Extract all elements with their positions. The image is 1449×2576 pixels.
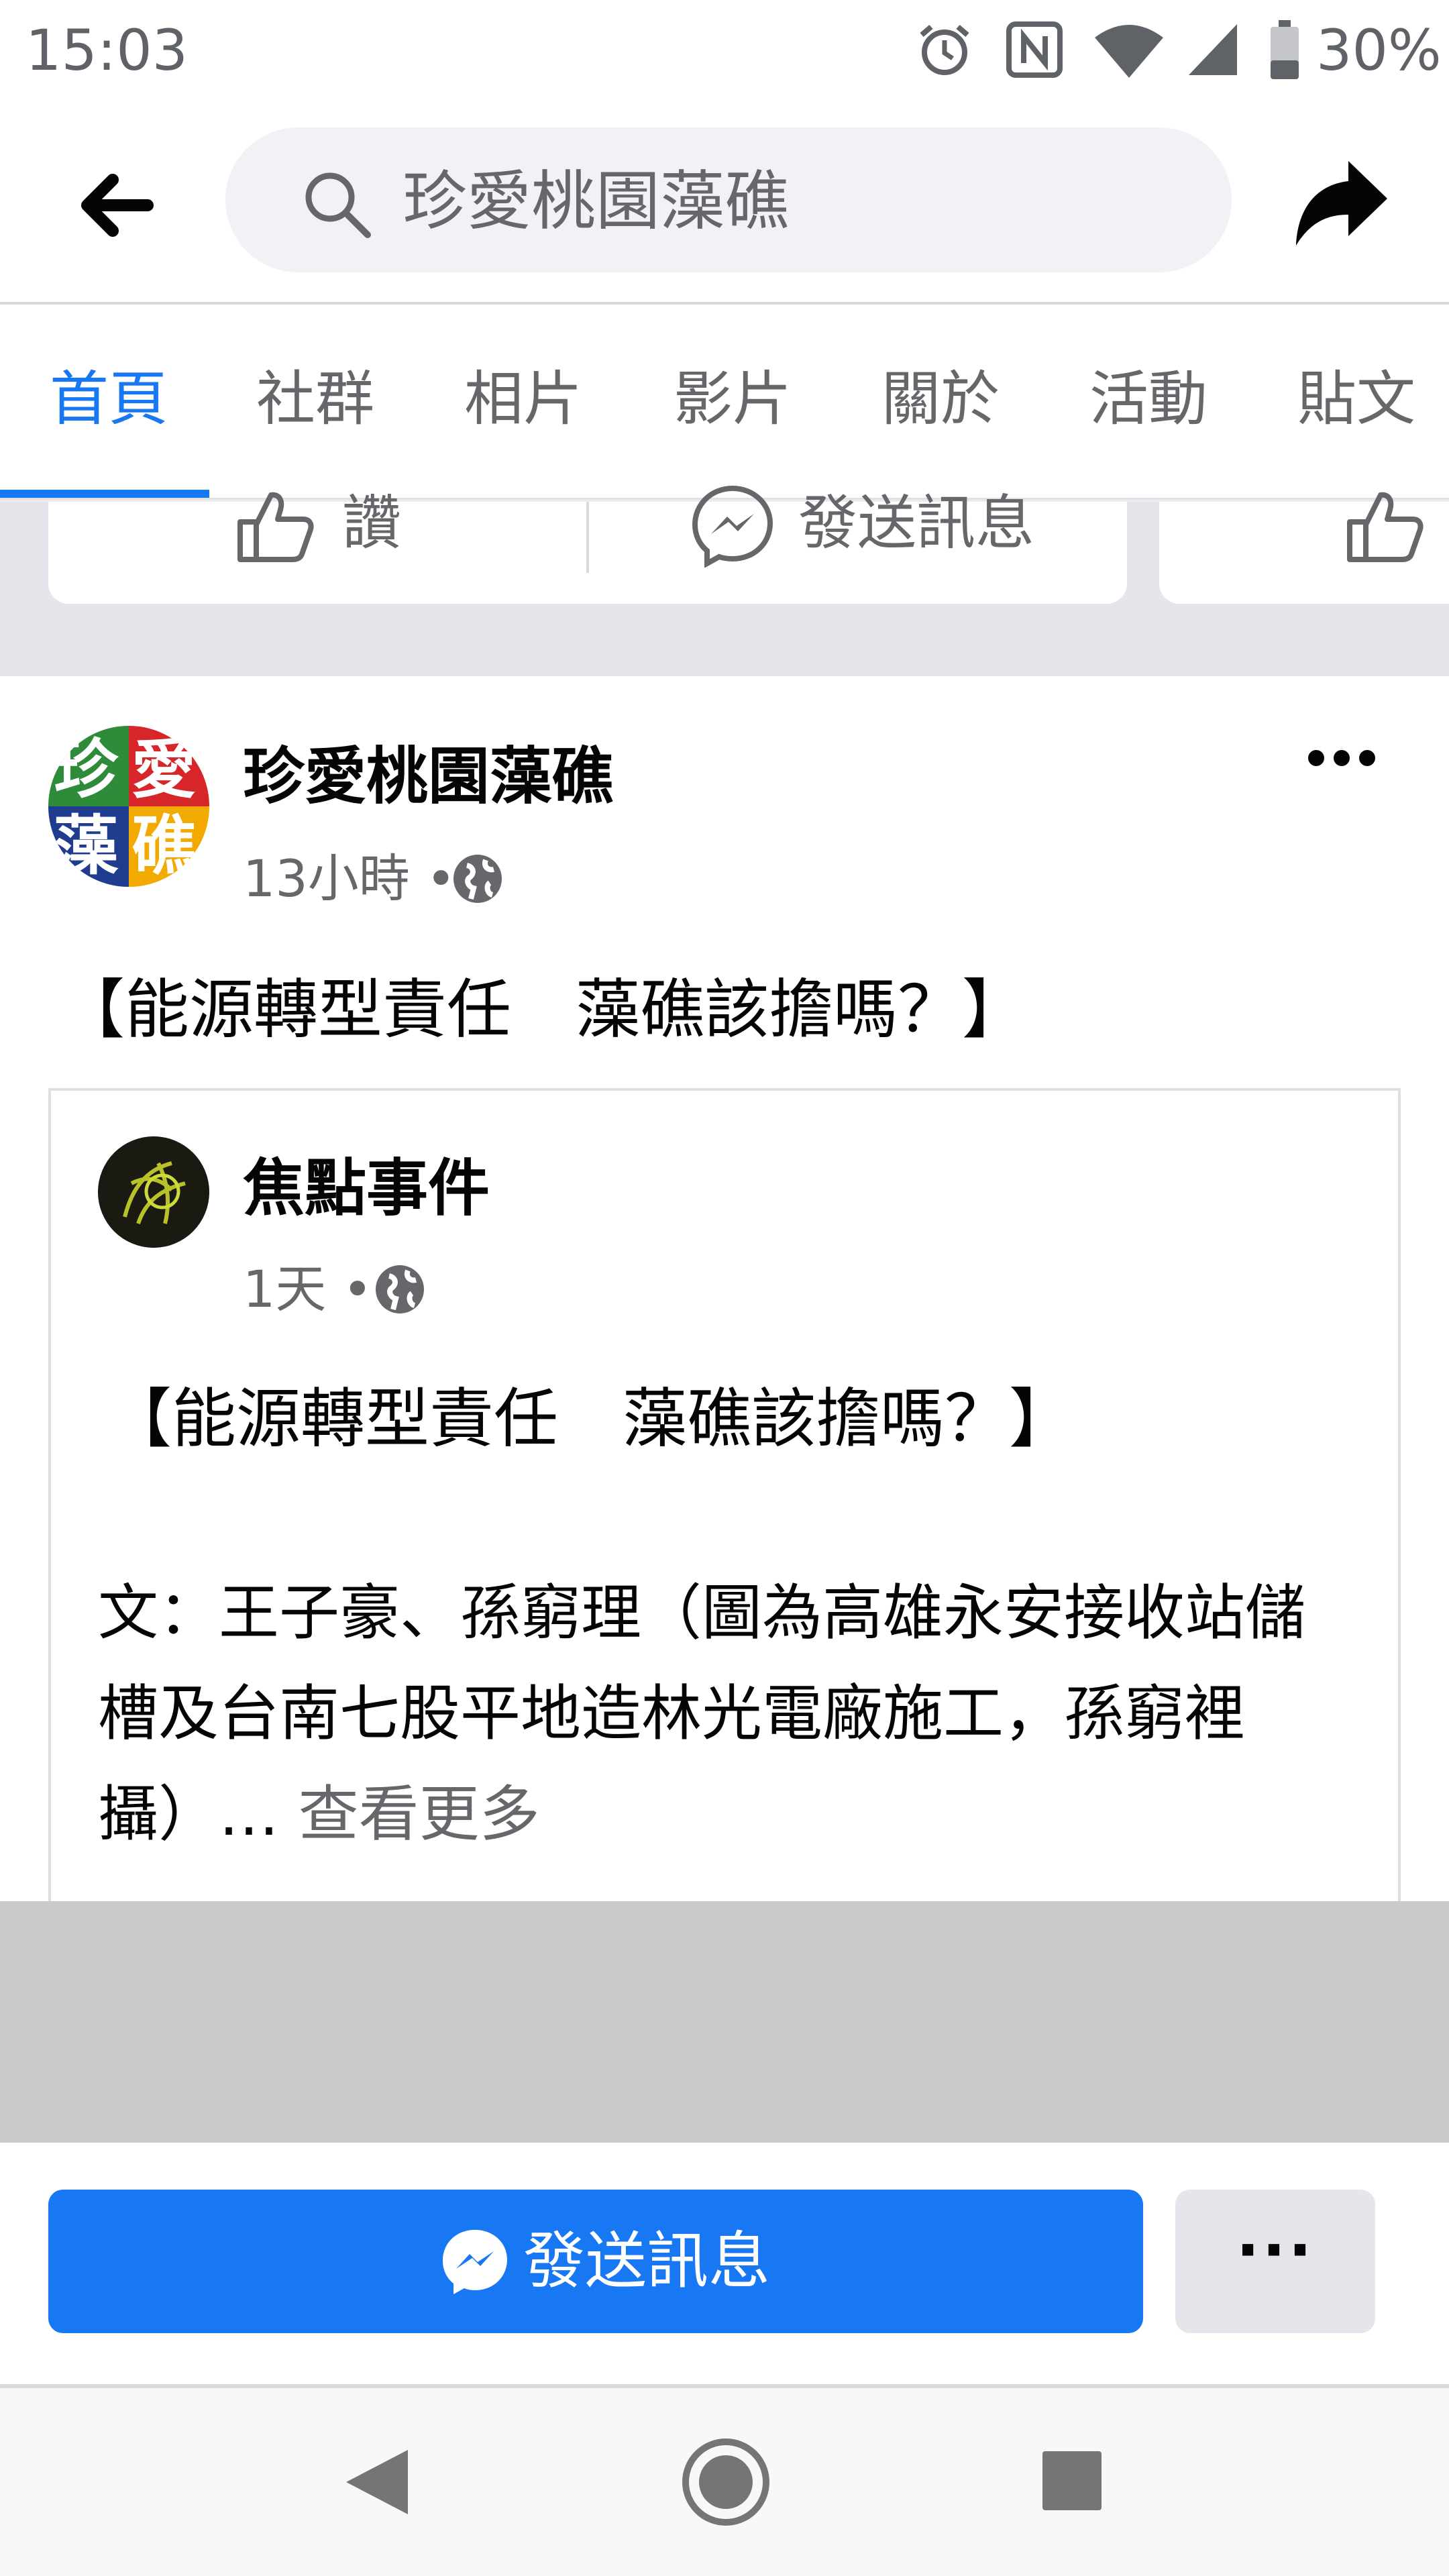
shared-body-text: 文：王子豪、孫窮理（圖為高雄永安接收站儲槽及台南七股平地造林光電廠施工，孫窮裡攝… (98, 1578, 1305, 1849)
avatar-char: 藻 (54, 808, 118, 883)
like-icon (1346, 490, 1424, 564)
alarm-icon (916, 21, 973, 78)
square-recents-icon (1042, 2451, 1102, 2510)
shared-post-body: 文：王子豪、孫窮理（圖為高雄永安接收站儲槽及台南七股平地造林光電廠施工，孫窮裡攝… (98, 1563, 1346, 1865)
see-more-link[interactable]: 查看更多 (299, 1779, 540, 1849)
share-button[interactable] (1288, 152, 1395, 259)
tab-community[interactable]: 社群 (256, 359, 374, 439)
nav-home-button[interactable] (679, 2435, 773, 2529)
active-tab-indicator (0, 490, 209, 498)
like-button[interactable] (48, 502, 586, 596)
post-time[interactable]: 13小時 (243, 849, 410, 908)
search-icon (301, 168, 374, 241)
shared-post-title: 【能源轉型責任 藻礁該擔嗎？】 (107, 1381, 1073, 1456)
shared-post-time[interactable]: 1天 (243, 1259, 326, 1319)
wifi-icon (1092, 20, 1166, 80)
tab-videos[interactable]: 影片 (674, 359, 792, 439)
share-arrow-icon (1296, 161, 1387, 246)
more-horizontal-icon (1308, 750, 1375, 766)
nav-recents-button[interactable] (1040, 2449, 1104, 2513)
more-options-label: ··· (1236, 2214, 1315, 2286)
shared-post-meta: 1天 • (243, 1249, 372, 1330)
avatar-char: 礁 (131, 808, 196, 883)
globe-icon (373, 1263, 427, 1316)
avatar-char: 愛 (131, 731, 196, 807)
message-label: 發送訊息 (798, 488, 1035, 557)
page-avatar[interactable]: 珍 愛 藻 礁 (48, 726, 209, 887)
nav-back-button[interactable] (335, 2442, 416, 2522)
battery-icon (1268, 19, 1301, 80)
avatar-char: 珍 (54, 731, 118, 807)
back-button[interactable] (67, 158, 161, 252)
tab-posts[interactable]: 貼文 (1297, 359, 1415, 439)
post-author-name[interactable]: 珍愛桃園藻礁 (243, 737, 613, 817)
nfc-icon (1005, 20, 1064, 79)
search-input[interactable]: 珍愛桃園藻礁 (402, 161, 789, 241)
meta-separator: • (342, 1259, 373, 1319)
like-label: 讚 (342, 488, 402, 557)
like-icon (236, 490, 314, 564)
send-message-label: 發送訊息 (523, 2225, 771, 2297)
tab-photos[interactable]: 相片 (464, 359, 582, 439)
triangle-back-icon (346, 2450, 408, 2514)
arrow-left-icon (81, 174, 154, 237)
ellipsis: … (219, 1779, 279, 1849)
messenger-icon (691, 484, 774, 568)
shared-page-avatar[interactable] (98, 1136, 209, 1248)
status-time: 15:03 (25, 17, 189, 83)
post-image[interactable] (0, 1901, 1449, 2143)
post-options-button[interactable] (1295, 731, 1389, 785)
post-text: 【能源轉型責任 藻礁該擔嗎？】 (60, 972, 1026, 1047)
globe-icon (451, 852, 504, 906)
tab-events[interactable]: 活動 (1089, 359, 1208, 439)
battery-percent: 30% (1316, 17, 1442, 83)
shared-author-name[interactable]: 焦點事件 (243, 1148, 490, 1229)
tab-about[interactable]: 關於 (881, 359, 1000, 439)
tab-home[interactable]: 首頁 (50, 359, 168, 439)
post-meta: 13小時 • (243, 839, 456, 919)
cellular-signal-icon (1186, 21, 1240, 78)
home-circle-icon (682, 2438, 769, 2526)
messenger-icon (440, 2227, 510, 2297)
